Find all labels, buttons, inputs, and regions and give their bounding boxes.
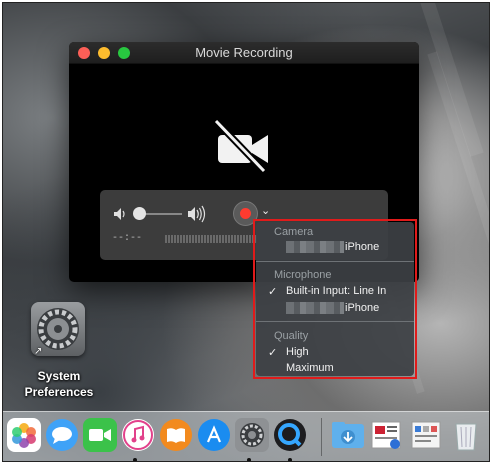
icon-label-line2: Preferences <box>24 385 94 399</box>
itunes-icon[interactable] <box>121 418 155 452</box>
alias-arrow-icon: ↗ <box>34 346 43 357</box>
running-indicator <box>288 458 292 461</box>
window-titlebar[interactable]: Movie Recording <box>69 42 419 64</box>
system-preferences-icon[interactable] <box>235 418 269 452</box>
audio-level-meter <box>165 235 257 243</box>
window-title: Movie Recording <box>195 45 293 60</box>
icon-label-line1: System <box>37 369 81 383</box>
camera-off-icon <box>213 119 268 173</box>
running-indicator <box>247 458 251 461</box>
volume-slider-knob[interactable] <box>133 207 146 220</box>
document-stack-icon[interactable] <box>369 418 403 452</box>
downloads-folder-icon[interactable] <box>331 418 365 452</box>
messages-icon[interactable] <box>45 418 79 452</box>
record-dot-icon <box>240 208 251 219</box>
document-stack-icon-2[interactable] <box>409 418 443 452</box>
app-store-icon[interactable] <box>197 418 231 452</box>
dock-separator <box>321 418 322 456</box>
volume-low-icon <box>114 208 125 220</box>
facetime-icon[interactable] <box>83 418 117 452</box>
ibooks-icon[interactable] <box>159 418 193 452</box>
running-indicator <box>133 458 137 461</box>
quicktime-icon[interactable] <box>273 418 307 452</box>
highlight-box <box>253 219 417 379</box>
desktop-icon-label: System Preferences <box>13 368 105 400</box>
photos-icon[interactable] <box>7 418 41 452</box>
trash-icon[interactable] <box>449 418 483 452</box>
volume-high-icon <box>188 205 206 223</box>
timecode: --:-- <box>112 233 143 244</box>
dock <box>3 411 489 461</box>
options-chevron-down-icon[interactable]: ⌄ <box>261 204 270 217</box>
